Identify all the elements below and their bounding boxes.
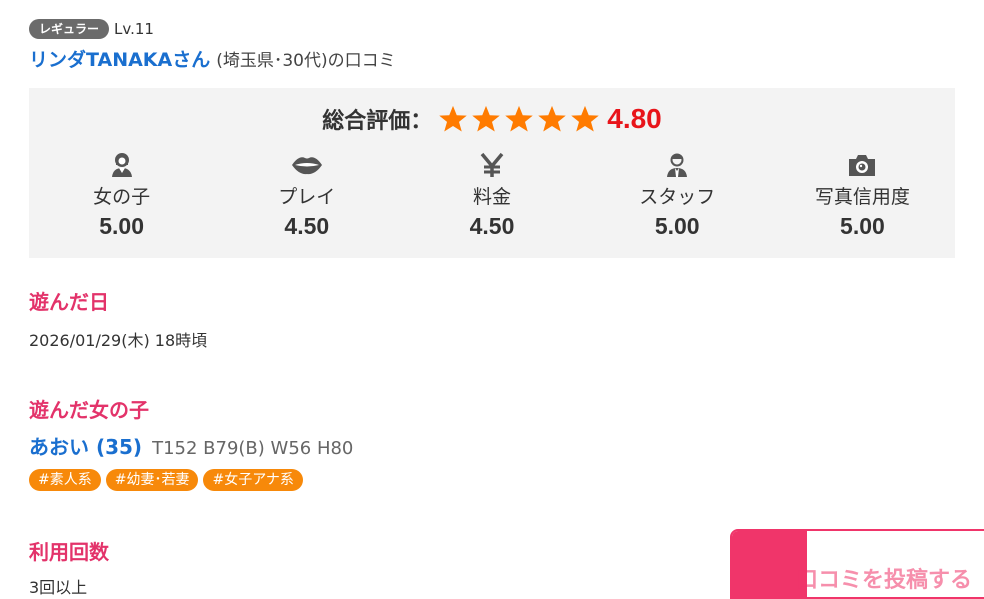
category-label: 女の子 [93,186,151,208]
category-photo: 写真信用度 5.00 [770,150,955,250]
star-icon [570,104,600,134]
visit-date-heading: 遊んだ日 [29,290,109,314]
rank-badge: レギュラー [29,19,110,39]
girl-heading: 遊んだ女の子 [29,398,149,422]
category-label: 料金 [473,186,512,208]
reviewer-level: Lv.11 [114,20,154,38]
tag-chip[interactable]: #女子アナ系 [203,469,303,491]
star-icon [537,104,567,134]
lips-icon [214,150,399,180]
girl-row: あおい (35) T152 B79(B) W56 H80 [29,431,353,460]
reviewer-meta: (埼玉県･30代)の口コミ [216,51,396,71]
overall-score: 4.80 [607,103,662,134]
category-label: 写真信用度 [814,186,910,208]
reviewer-row: リンダTANAKAさん (埼玉県･30代)の口コミ [29,45,396,71]
girl-name-link[interactable]: あおい (35) [29,431,142,460]
category-score: 4.50 [469,213,515,239]
category-score: 4.50 [284,213,330,239]
star-rating [438,104,603,134]
overall-label: 総合評価： [322,109,433,134]
tag-chip[interactable]: #幼妻･若妻 [105,469,199,491]
tag-chip[interactable]: #素人系 [29,469,101,491]
category-girl: 女の子 5.00 [29,150,214,250]
post-button-label: 口コミを投稿する [796,568,973,593]
category-label: スタッフ [639,186,716,208]
overall-rating: 総合評価： 4.80 [29,101,955,137]
star-icon [504,104,534,134]
post-review-button[interactable]: 口コミを投稿する [730,529,984,599]
star-icon [438,104,468,134]
category-label: プレイ [278,186,336,208]
star-icon [471,104,501,134]
camera-icon [770,150,955,180]
category-score: 5.00 [840,213,885,239]
category-play: プレイ 4.50 [214,150,399,250]
usage-heading: 利用回数 [29,540,109,564]
girl-icon [29,150,214,180]
category-price: 料金 4.50 [399,150,584,250]
category-score: 5.00 [654,213,700,239]
category-score: 5.00 [99,213,144,239]
category-staff: スタッフ 5.00 [585,150,770,250]
girl-spec: T152 B79(B) W56 H80 [152,438,354,459]
staff-icon [585,150,770,180]
usage-value: 3回以上 [29,578,88,597]
visit-date-value: 2026/01/29(木) 18時頃 [29,331,208,350]
reviewer-rank-row: レギュラー Lv.11 [29,19,154,39]
category-ratings: 女の子 5.00 プレイ 4.50 料金 4.50 スタッフ 5.00 写真信用… [29,150,955,250]
reviewer-name-link[interactable]: リンダTANAKAさん [29,45,210,72]
yen-icon [399,150,584,180]
girl-tags: #素人系 #幼妻･若妻 #女子アナ系 [29,469,308,491]
